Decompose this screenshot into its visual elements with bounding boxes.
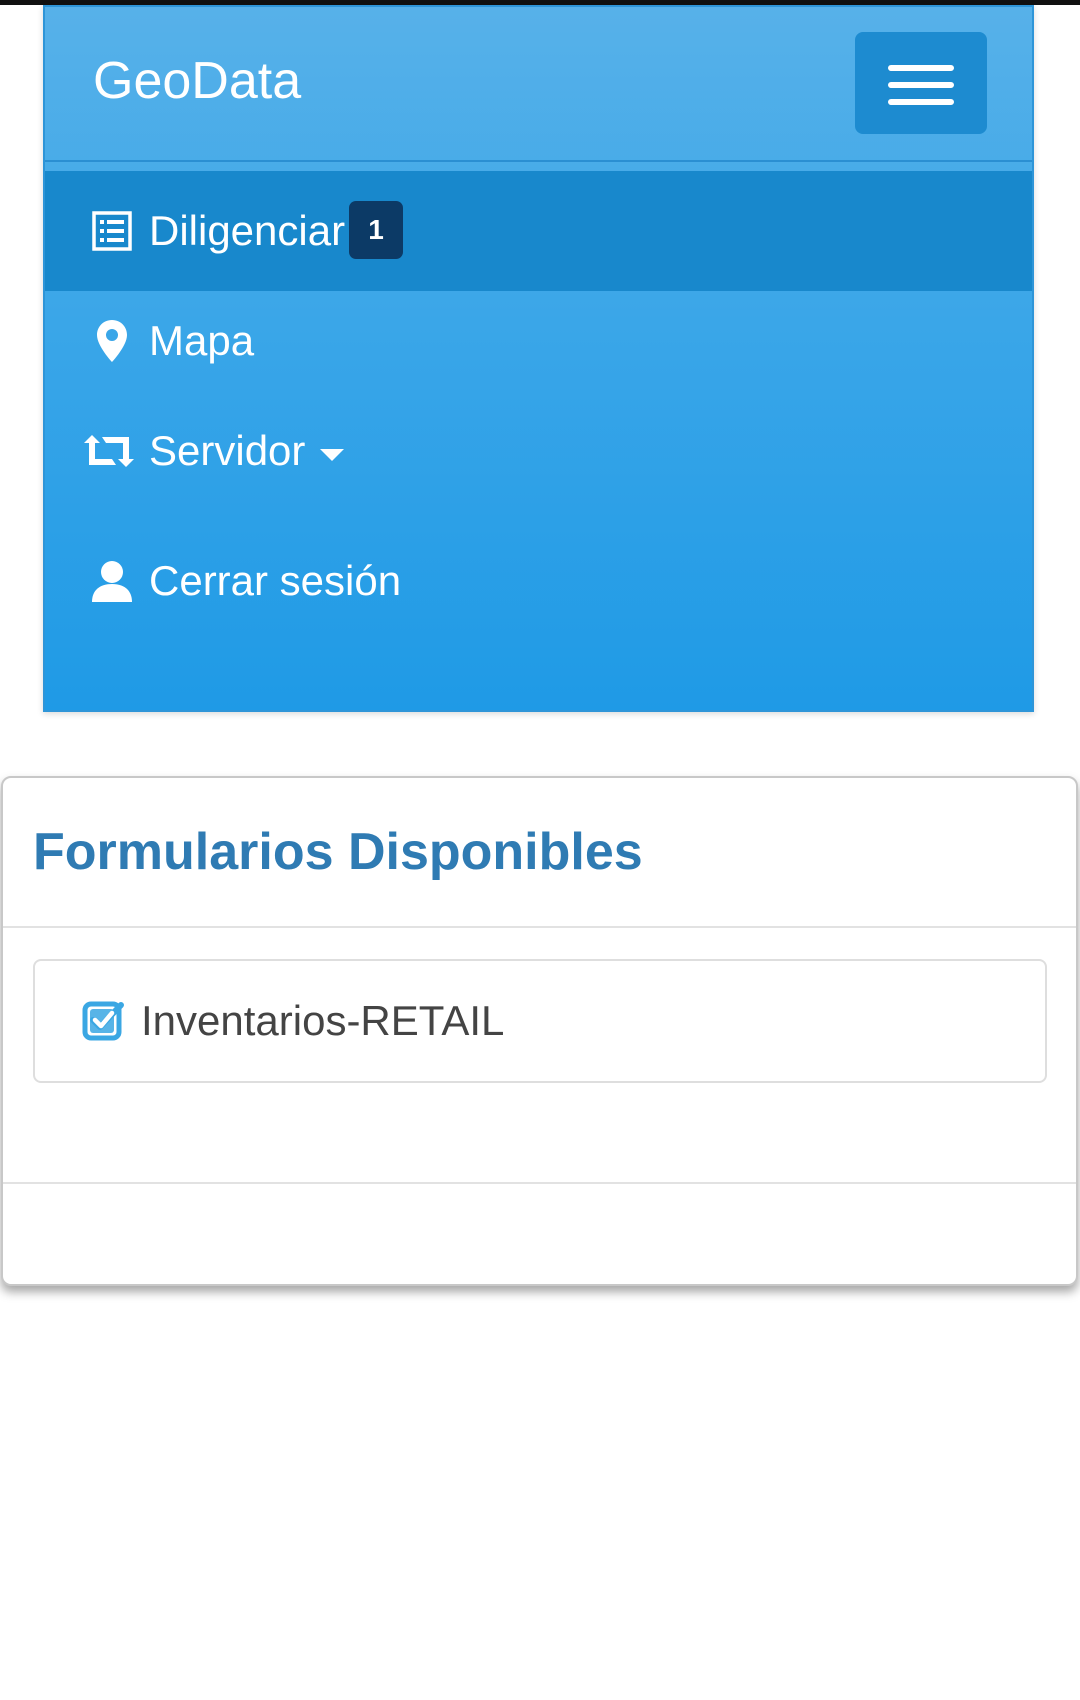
form-list-item[interactable]: Inventarios-RETAIL — [33, 959, 1047, 1083]
check-square-icon — [82, 999, 124, 1041]
user-icon — [89, 558, 135, 604]
retweet-icon — [81, 428, 137, 474]
notification-badge: 1 — [349, 201, 403, 259]
brand-title[interactable]: GeoData — [93, 51, 301, 111]
menu-toggle-button[interactable] — [855, 32, 987, 134]
nav-item-label: Cerrar sesión — [149, 557, 402, 604]
nav-item-mapa[interactable]: Mapa — [45, 281, 1032, 401]
hamburger-menu-icon — [888, 82, 954, 88]
panel-footer-divider — [3, 1182, 1076, 1184]
nav-item-diligenciar[interactable]: Diligenciar 1 — [45, 171, 1032, 291]
map-marker-icon — [89, 318, 135, 364]
navbar-divider — [45, 160, 1032, 162]
nav-item-cerrar-sesion[interactable]: Cerrar sesión — [45, 521, 1032, 641]
panel-divider — [3, 926, 1076, 928]
nav-item-label: Mapa — [149, 317, 255, 364]
navbar: GeoData Diligenciar 1 Mapa Servidor Cerr… — [43, 5, 1034, 712]
nav-item-label: Diligenciar — [149, 207, 346, 254]
hamburger-menu-icon — [888, 65, 954, 71]
form-label: Inventarios-RETAIL — [141, 997, 505, 1044]
list-icon — [89, 208, 135, 254]
caret-down-icon — [320, 449, 344, 461]
forms-panel: Formularios Disponibles Inventarios-RETA… — [1, 776, 1078, 1286]
hamburger-menu-icon — [888, 99, 954, 105]
nav-item-servidor[interactable]: Servidor — [45, 391, 1032, 511]
panel-title: Formularios Disponibles — [33, 823, 643, 881]
nav-item-label: Servidor — [149, 427, 306, 474]
